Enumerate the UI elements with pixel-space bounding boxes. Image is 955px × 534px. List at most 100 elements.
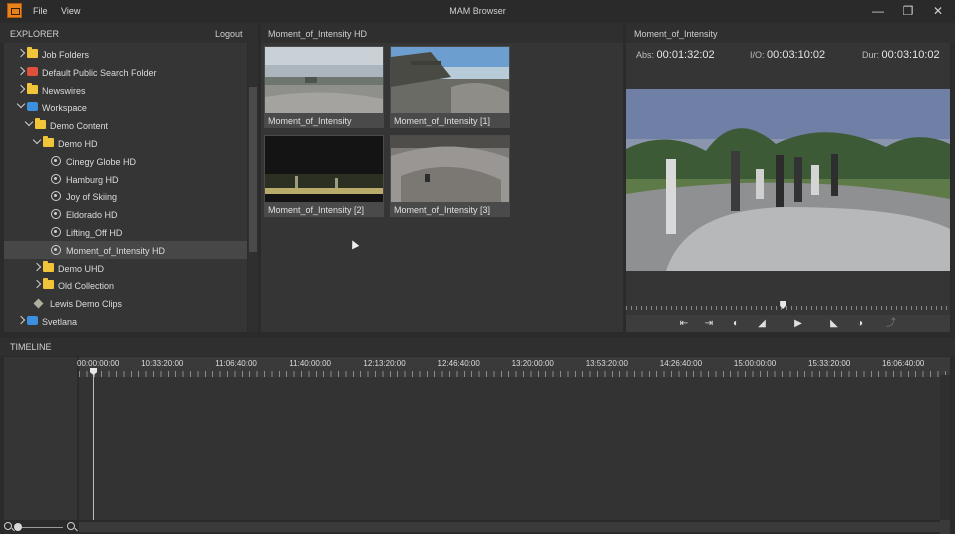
restore-icon[interactable]: ❐ — [898, 2, 918, 20]
thumbnail-image — [265, 47, 383, 113]
explorer-tree-item[interactable]: Demo Content — [4, 116, 247, 134]
io-value: 00:03:10:02 — [767, 49, 826, 61]
explorer-tree-item[interactable]: Moment_of_Intensity HD — [4, 240, 247, 259]
ruler-tick-label: 11:06:40:00 — [215, 359, 257, 368]
explorer-tree-item-label: Newswires — [42, 85, 86, 96]
explorer-tree-item-label: Job Folders — [42, 50, 90, 60]
zoom-slider-track[interactable] — [15, 527, 63, 528]
chevron-right-icon[interactable] — [32, 280, 42, 289]
ruler-tick-label: 00:00:00:00 — [77, 359, 120, 368]
chevron-right-icon[interactable] — [16, 84, 26, 93]
ruler-ticks — [79, 371, 950, 377]
explorer-tree-item-label: Moment_of_Intensity HD — [66, 245, 166, 256]
step-forward-icon[interactable]: ◣ — [827, 317, 841, 330]
explorer-tree-item-label: Workspace — [42, 103, 87, 114]
timeline-track-headers — [4, 357, 77, 520]
chevron-down-icon[interactable] — [32, 135, 42, 145]
viewer-panel: Abs: 00:01:32:02 I/O: 00:03:10:02 Dur: 0… — [626, 43, 950, 332]
video-preview[interactable] — [626, 89, 950, 271]
chevron-down-icon[interactable] — [24, 117, 34, 127]
explorer-tree-item-label: Cinegy Globe HD — [66, 156, 137, 167]
dur-label: Dur: — [862, 50, 880, 60]
timeline-vertical-scrollbar[interactable] — [940, 375, 950, 520]
chevron-right-icon[interactable] — [16, 66, 26, 76]
chevron-down-icon[interactable] — [16, 100, 26, 109]
ruler-tick-label: 16:06:40:00 — [882, 359, 925, 368]
content-title: Moment_of_Intensity HD — [268, 29, 368, 39]
clip-icon — [51, 173, 61, 184]
viewer-header: Moment_of_Intensity — [626, 23, 955, 43]
ruler-tick-label: 13:20:00:00 — [511, 359, 554, 368]
explorer-tree-item[interactable]: Default Public Search Folder — [4, 63, 247, 81]
clip-icon — [51, 244, 61, 255]
play-icon[interactable]: ▶ — [791, 317, 805, 330]
explorer-tree-item[interactable]: Demo HD — [4, 134, 247, 152]
io-label: I/O: — [750, 50, 765, 60]
mark-in-icon[interactable]: ◐ — [729, 317, 743, 330]
window-title: MAM Browser — [449, 6, 506, 16]
thumbnail-card[interactable]: Moment_of_Intensity [3] — [390, 135, 510, 217]
step-back-icon[interactable]: ◢ — [755, 317, 769, 330]
timeline-area[interactable]: 00:00:00:00 10:33:20:00 11:06:40:00 11:40:0… — [77, 357, 950, 520]
folder-icon — [43, 260, 54, 272]
logout-button[interactable]: Logout — [215, 29, 243, 39]
explorer-tree-item[interactable]: Cinegy Globe HD — [4, 152, 247, 170]
abs-value: 00:01:32:02 — [656, 49, 715, 61]
explorer-tree-item[interactable]: Newswires — [4, 81, 247, 99]
explorer-title: EXPLORER — [10, 29, 60, 39]
link-icon[interactable]: ⤴ — [884, 317, 898, 330]
chevron-right-icon[interactable] — [32, 262, 42, 271]
thumbnail-image — [265, 136, 383, 202]
explorer-tree-item[interactable]: Lewis Demo Clips — [4, 294, 247, 312]
timeline-title: TIMELINE — [10, 342, 52, 352]
explorer-tree-item[interactable]: Demo UHD — [4, 259, 247, 277]
explorer-tree: Job Folders Default Public Search Folder N… — [4, 43, 247, 332]
thumbnail-caption: Moment_of_Intensity — [268, 116, 352, 126]
zoom-in-icon[interactable] — [67, 522, 75, 530]
explorer-tree-item[interactable]: Eldorado HD — [4, 205, 247, 223]
chevron-right-icon[interactable] — [16, 315, 26, 325]
explorer-tree-item[interactable]: Hamburg HD — [4, 170, 247, 188]
ruler-tick-label: 14:26:40:00 — [659, 359, 703, 368]
workspace-icon — [27, 316, 38, 325]
explorer-tree-item[interactable]: Svetlana — [4, 312, 247, 330]
explorer-tree-item[interactable]: Joy of Skiing — [4, 187, 247, 205]
explorer-tree-item[interactable]: Job Folders — [4, 45, 247, 63]
timeline-ruler[interactable]: 00:00:00:00 10:33:20:00 11:06:40:00 11:40:0… — [77, 357, 950, 377]
timeline-playhead[interactable] — [93, 369, 94, 520]
go-to-start-icon[interactable]: ⇤ — [677, 317, 691, 330]
zoom-slider-handle[interactable] — [14, 523, 22, 531]
ruler-tick-label: 15:33:20:00 — [808, 359, 851, 368]
mark-out-icon[interactable]: ◑ — [853, 317, 867, 330]
thumbnail-card[interactable]: Moment_of_Intensity [2] — [264, 135, 384, 217]
minimize-icon[interactable]: — — [868, 2, 888, 20]
thumbnail-caption: Moment_of_Intensity [3] — [394, 205, 491, 215]
explorer-tree-item-label: Demo Content — [50, 121, 109, 132]
go-to-end-icon[interactable]: ⇥ — [702, 317, 716, 330]
explorer-tree-item-label: Demo UHD — [58, 263, 105, 274]
chevron-right-icon[interactable] — [16, 48, 26, 58]
close-icon[interactable]: ✕ — [928, 2, 948, 20]
folder-icon — [43, 278, 54, 290]
abs-timecode: Abs: 00:01:32:02 — [636, 49, 715, 61]
dur-value: 00:03:10:02 — [881, 49, 940, 61]
folder-icon — [27, 47, 38, 58]
explorer-scrollbar-thumb[interactable] — [249, 87, 257, 252]
explorer-tree-item-label: Svetlana — [42, 317, 78, 327]
viewer-scrubber[interactable] — [626, 301, 950, 311]
explorer-scrollbar[interactable] — [248, 43, 258, 332]
thumbnail-card[interactable]: Moment_of_Intensity — [264, 46, 384, 128]
explorer-tree-item[interactable]: Workspace — [4, 98, 247, 116]
thumbnail-caption: Moment_of_Intensity [1] — [394, 116, 491, 126]
folder-icon — [43, 136, 54, 147]
io-timecode: I/O: 00:03:10:02 — [750, 49, 825, 61]
explorer-tree-item[interactable]: Lifting_Off HD — [4, 223, 247, 241]
transport-controls: ⇤ ⇥ ◐ ◢ ▶ ◣ ◑ ⤴ — [626, 315, 950, 332]
ruler-tick-label: 10:33:20:00 — [141, 359, 184, 368]
timeline-horizontal-scrollbar[interactable] — [79, 522, 940, 532]
thumbnail-card[interactable]: Moment_of_Intensity [1] — [390, 46, 510, 128]
workspace-icon — [27, 102, 38, 112]
scrollbar-corner — [940, 520, 950, 534]
zoom-out-icon[interactable] — [4, 522, 12, 530]
explorer-tree-item[interactable]: Old Collection — [4, 276, 247, 294]
